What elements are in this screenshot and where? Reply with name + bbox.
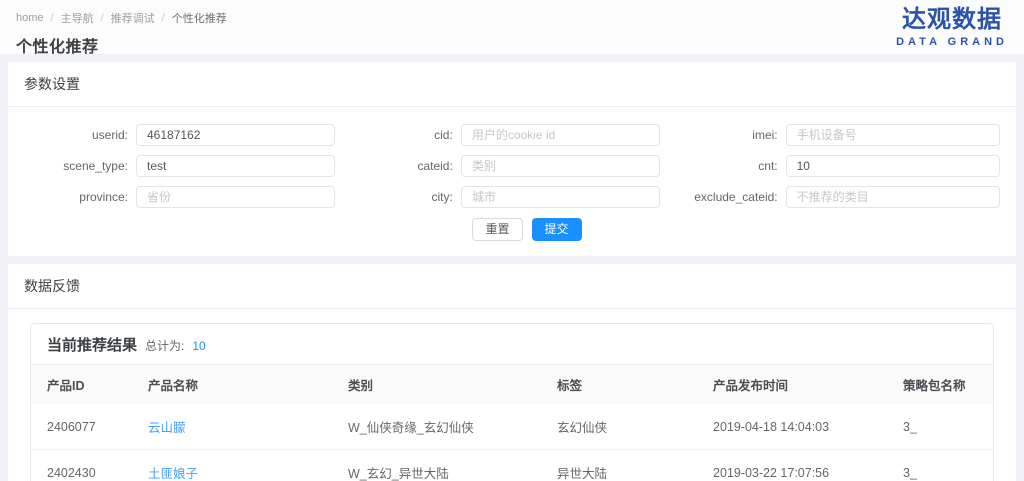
breadcrumb-item-recommend-debug[interactable]: 推荐调试 (111, 10, 155, 26)
params-card-title: 参数设置 (8, 62, 1016, 107)
result-panel-header: 当前推荐结果 总计为: 10 (31, 324, 993, 365)
field-city: city: (349, 186, 660, 208)
cell-category: W_玄幻_异世大陆 (332, 450, 541, 481)
form-actions: 重置 提交 (24, 218, 1000, 241)
table-row: 2406077 云山朦 W_仙侠奇缘_玄幻仙侠 玄幻仙侠 2019-04-18 … (31, 404, 993, 450)
cid-input[interactable] (461, 124, 660, 146)
col-category: 类别 (332, 365, 541, 404)
cell-product-name-link[interactable]: 云山朦 (132, 404, 332, 450)
cnt-label: cnt: (674, 159, 786, 173)
cnt-input[interactable] (786, 155, 1000, 177)
feedback-card-title: 数据反馈 (8, 264, 1016, 309)
result-panel: 当前推荐结果 总计为: 10 产品ID 产品名称 类别 标签 产品发布时间 (30, 323, 994, 481)
cell-publish-time: 2019-03-22 17:07:56 (697, 450, 887, 481)
field-cnt: cnt: (674, 155, 1000, 177)
city-input[interactable] (461, 186, 660, 208)
brand-logo-english: DATA GRAND (896, 36, 1008, 48)
province-label: province: (24, 190, 136, 204)
cell-strategy-package: 3_ (887, 404, 993, 450)
cid-label: cid: (349, 128, 461, 142)
cell-tag: 玄幻仙侠 (541, 404, 697, 450)
field-cateid: cateid: (349, 155, 660, 177)
cell-product-id: 2402430 (31, 450, 132, 481)
field-province: province: (24, 186, 335, 208)
params-form: userid: cid: imei: scene_type: cateid: c… (8, 107, 1016, 256)
exclude-cateid-input[interactable] (786, 186, 1000, 208)
cell-strategy-package: 3_ (887, 450, 993, 481)
exclude-cateid-label: exclude_cateid: (674, 190, 786, 204)
cell-publish-time: 2019-04-18 14:04:03 (697, 404, 887, 450)
table-header-row: 产品ID 产品名称 类别 标签 产品发布时间 策略包名称 (31, 365, 993, 404)
breadcrumb-item-current: 个性化推荐 (172, 10, 227, 26)
cell-product-id: 2406077 (31, 404, 132, 450)
cell-tag: 异世大陆 (541, 450, 697, 481)
result-panel-title: 当前推荐结果 (47, 334, 137, 355)
breadcrumb-separator: / (51, 12, 54, 24)
userid-label: userid: (24, 128, 136, 142)
table-row: 2402430 土匪娘子 W_玄幻_异世大陆 异世大陆 2019-03-22 1… (31, 450, 993, 481)
imei-input[interactable] (786, 124, 1000, 146)
top-header: home / 主导航 / 推荐调试 / 个性化推荐 个性化推荐 达观数据 DAT… (0, 0, 1024, 54)
cell-product-name-link[interactable]: 土匪娘子 (132, 450, 332, 481)
cell-category: W_仙侠奇缘_玄幻仙侠 (332, 404, 541, 450)
col-strategy-package: 策略包名称 (887, 365, 993, 404)
results-table: 产品ID 产品名称 类别 标签 产品发布时间 策略包名称 2406077 云山朦… (31, 365, 993, 481)
scene-type-label: scene_type: (24, 159, 136, 173)
submit-button[interactable]: 提交 (532, 218, 582, 241)
col-product-name: 产品名称 (132, 365, 332, 404)
scene-type-input[interactable] (136, 155, 335, 177)
cateid-label: cateid: (349, 159, 461, 173)
params-card: 参数设置 userid: cid: imei: scene_type: cate… (8, 62, 1016, 256)
page-title: 个性化推荐 (16, 33, 1008, 57)
col-product-id: 产品ID (31, 365, 132, 404)
col-publish-time: 产品发布时间 (697, 365, 887, 404)
result-total-label: 总计为: (145, 337, 184, 354)
brand-logo-chinese: 达观数据 (896, 7, 1008, 33)
city-label: city: (349, 190, 461, 204)
breadcrumb: home / 主导航 / 推荐调试 / 个性化推荐 (16, 10, 1008, 26)
field-userid: userid: (24, 124, 335, 146)
field-cid: cid: (349, 124, 660, 146)
breadcrumb-item-main-nav[interactable]: 主导航 (61, 10, 94, 26)
col-tag: 标签 (541, 365, 697, 404)
field-exclude-cateid: exclude_cateid: (674, 186, 1000, 208)
imei-label: imei: (674, 128, 786, 142)
reset-button[interactable]: 重置 (472, 218, 522, 241)
brand-logo: 达观数据 DATA GRAND (896, 7, 1008, 48)
field-scene-type: scene_type: (24, 155, 335, 177)
result-total-value: 10 (192, 339, 205, 353)
feedback-card: 数据反馈 当前推荐结果 总计为: 10 产品ID 产品名称 类别 标签 (8, 264, 1016, 481)
userid-input[interactable] (136, 124, 335, 146)
breadcrumb-item-home[interactable]: home (16, 12, 44, 24)
breadcrumb-separator: / (162, 12, 165, 24)
breadcrumb-separator: / (101, 12, 104, 24)
cateid-input[interactable] (461, 155, 660, 177)
province-input[interactable] (136, 186, 335, 208)
field-imei: imei: (674, 124, 1000, 146)
